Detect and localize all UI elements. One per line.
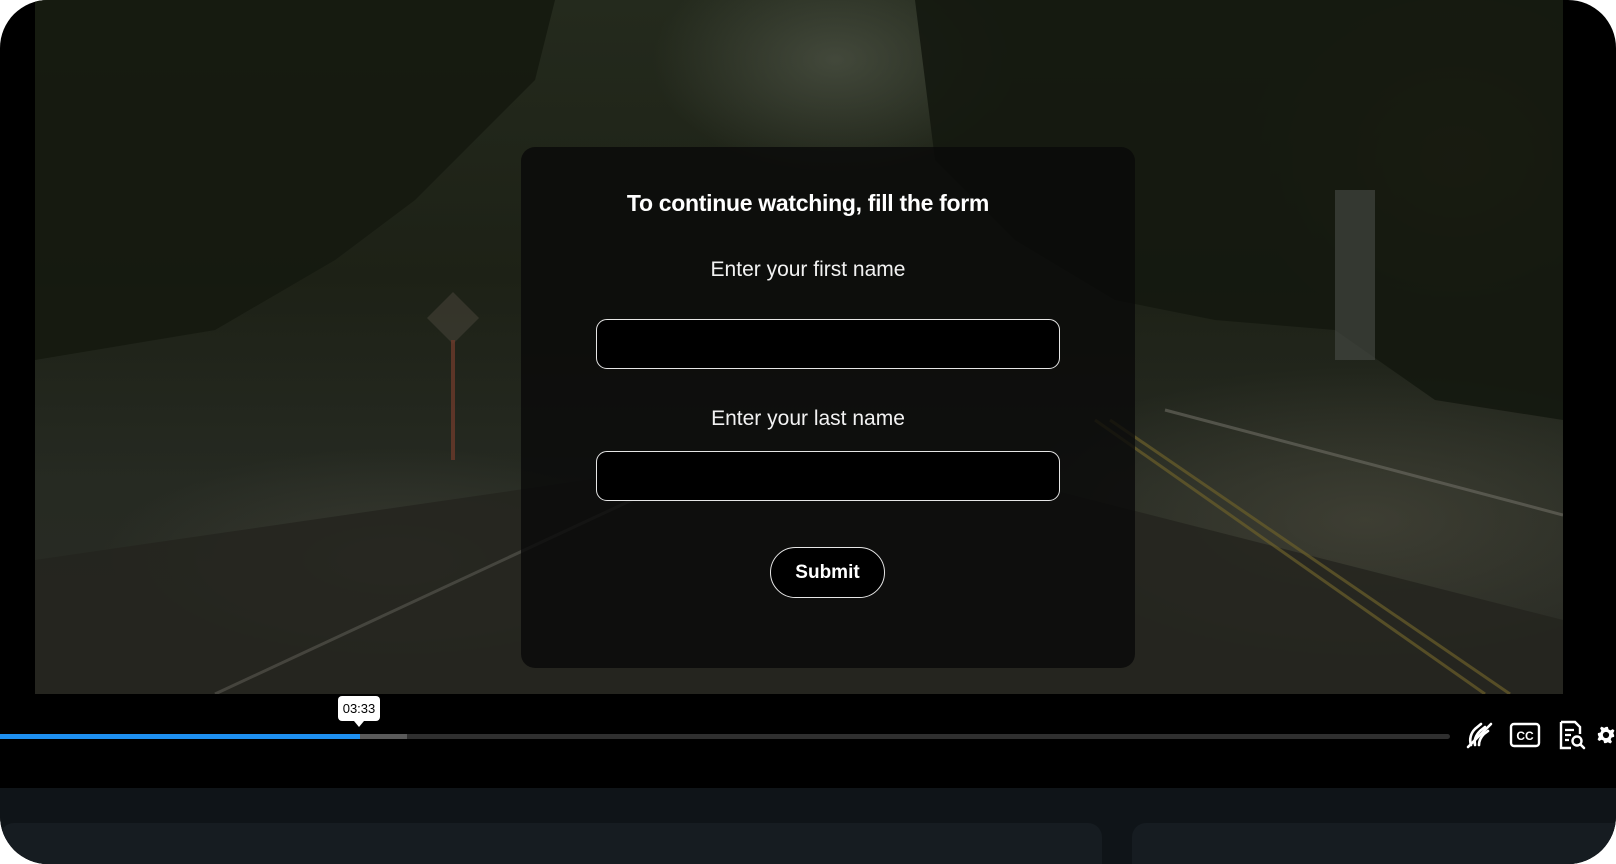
- sign-language-off-icon[interactable]: [1462, 718, 1496, 752]
- played-range: [0, 734, 360, 739]
- time-tooltip: 03:33: [338, 696, 380, 727]
- last-name-input[interactable]: [596, 451, 1060, 501]
- cc-label: CC: [1516, 729, 1534, 743]
- content-panel-right: [1132, 823, 1616, 864]
- modal-title: To continue watching, fill the form: [626, 190, 990, 216]
- last-name-label: Enter your last name: [711, 407, 905, 430]
- first-name-label: Enter your first name: [710, 258, 906, 281]
- closed-captions-icon[interactable]: CC: [1508, 718, 1542, 752]
- content-panel-left: [0, 823, 1102, 864]
- gear-icon[interactable]: [1596, 718, 1616, 752]
- player-frame: To continue watching, fill the form Ente…: [0, 0, 1616, 864]
- transcript-search-icon[interactable]: [1554, 718, 1588, 752]
- first-name-input[interactable]: [596, 319, 1060, 369]
- submit-button[interactable]: Submit: [770, 547, 885, 598]
- progress-bar[interactable]: [0, 734, 1450, 739]
